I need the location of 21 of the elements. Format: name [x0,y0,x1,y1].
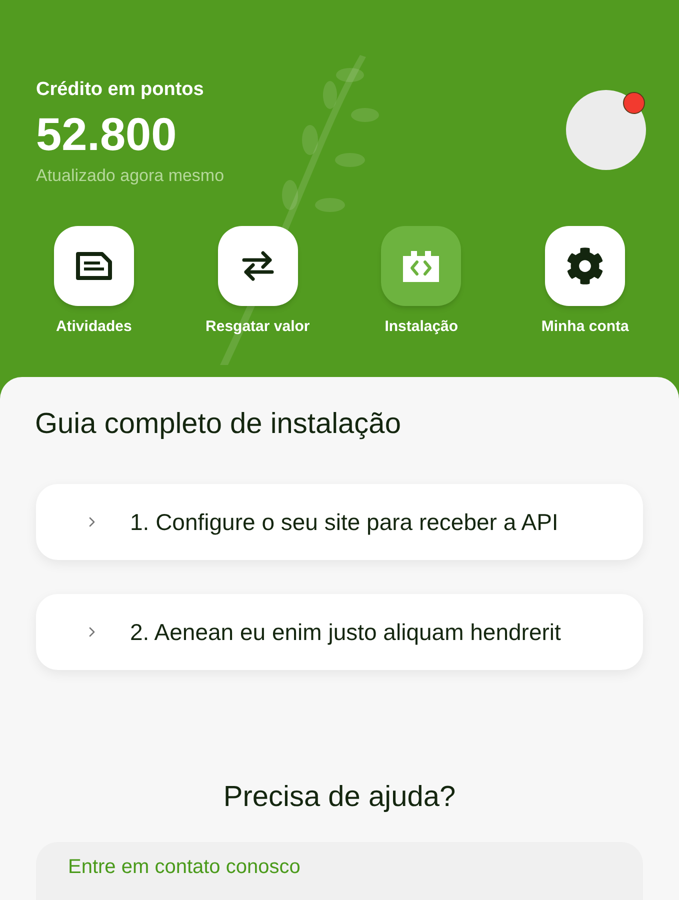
swap-arrows-icon [240,248,276,284]
guide-title: Guia completo de instalação [35,406,402,442]
updated-text: Atualizado agora mesmo [36,164,224,186]
code-block-icon [401,248,442,284]
nav-label: Minha conta [541,317,629,337]
points-label: Crédito em pontos [36,78,205,102]
guide-item[interactable]: 2. Aenean eu enim justo aliquam hendrerit [36,594,643,670]
nav-button[interactable] [218,226,298,306]
guide-item-label: 2. Aenean eu enim justo aliquam hendrerit [130,618,561,647]
help-title: Precisa de ajuda? [222,780,457,815]
nav-button[interactable] [54,226,134,306]
nav-label: Atividades [56,317,132,337]
contact-text: Entre em contato conosco [68,856,300,878]
document-icon [74,251,113,281]
nav-button[interactable] [545,226,626,306]
settings-icon [566,247,604,285]
guide-item[interactable]: 1. Configure o seu site para receber a API [36,484,643,560]
points-value: 52.800 [36,106,178,162]
guide-item-label: 1. Configure o seu site para receber a API [130,508,558,537]
nav-label: Resgatar valor [206,317,310,337]
nav-label: Instalação [384,317,458,337]
